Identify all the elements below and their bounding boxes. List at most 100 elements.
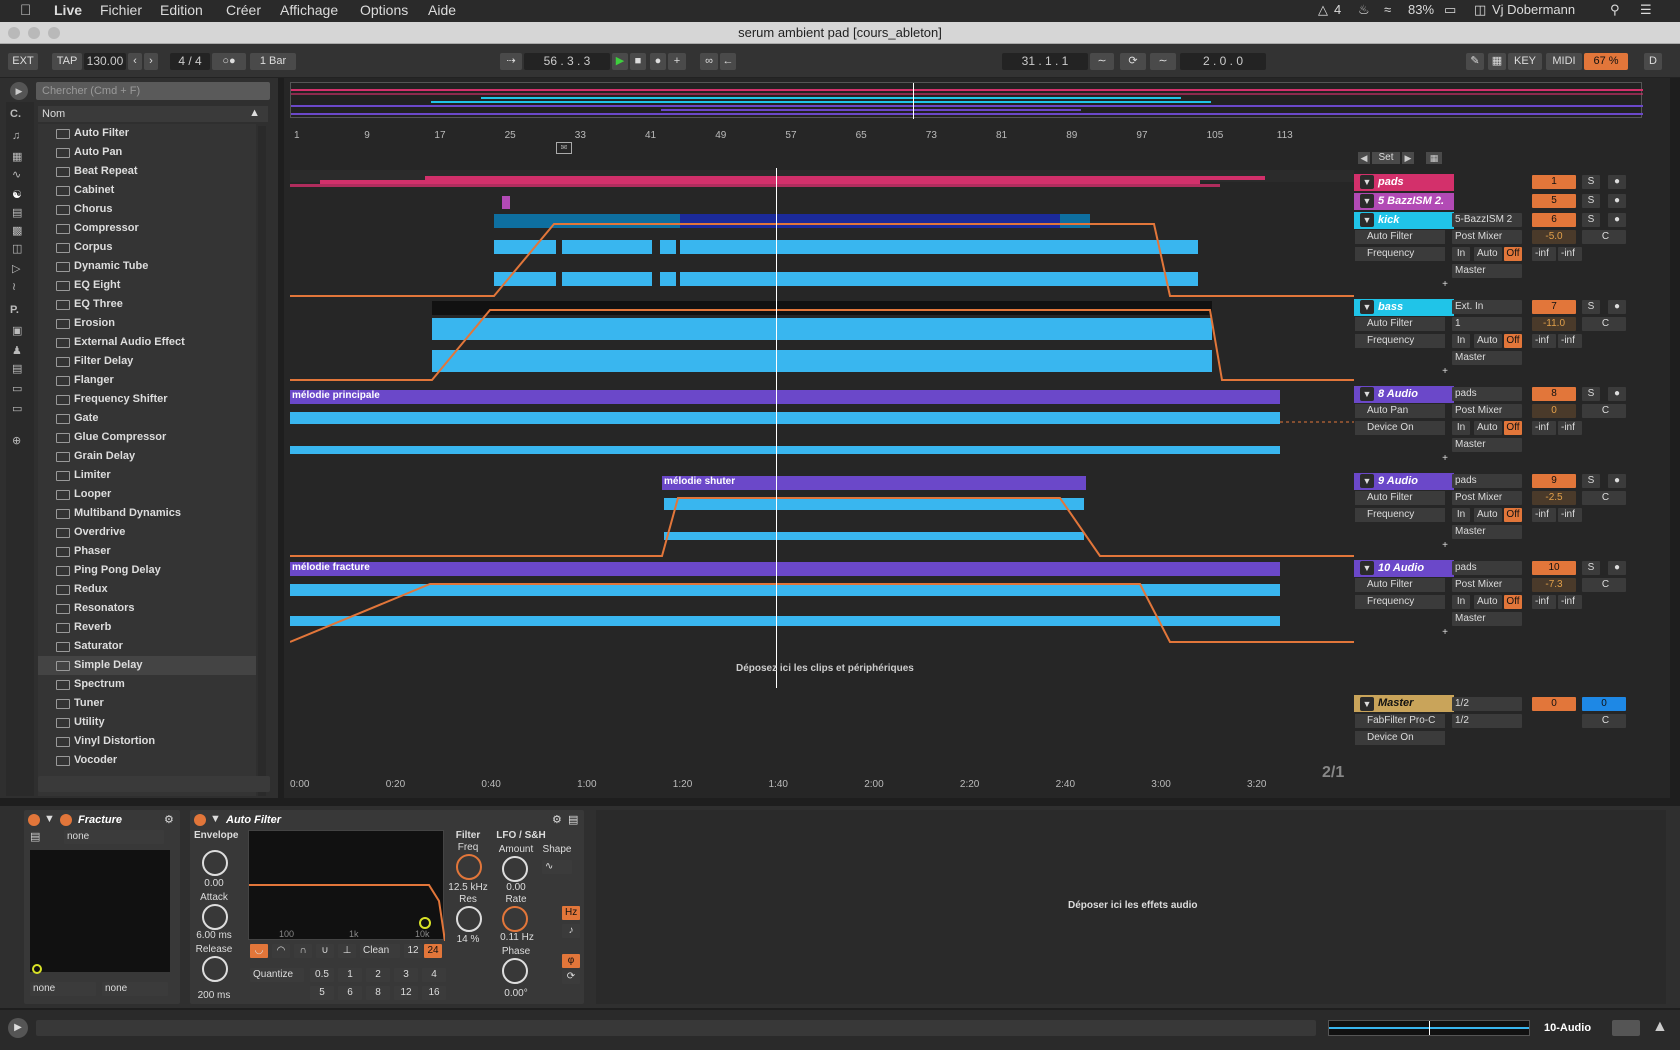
input-channel-select[interactable]: 1 bbox=[1452, 317, 1522, 331]
rate-knob[interactable] bbox=[502, 906, 528, 932]
tempo-field[interactable]: 130.00 bbox=[84, 53, 126, 70]
track-fold-icon[interactable]: ▼ bbox=[1360, 561, 1374, 575]
monitor-in-button[interactable]: In bbox=[1452, 595, 1470, 609]
clip-melodie-principale[interactable]: mélodie principale bbox=[292, 390, 380, 401]
browser-item[interactable]: Vinyl Distortion bbox=[38, 732, 256, 751]
browser-item[interactable]: Filter Delay bbox=[38, 352, 256, 371]
solo-button[interactable]: S bbox=[1582, 213, 1600, 227]
spin-mode-icon[interactable]: ⟳ bbox=[562, 970, 580, 984]
track-fold-icon[interactable]: ▼ bbox=[1360, 175, 1374, 189]
browser-item[interactable]: Spectrum bbox=[38, 675, 256, 694]
apple-icon[interactable]:  bbox=[20, 2, 31, 19]
browser-item[interactable]: Utility bbox=[38, 713, 256, 732]
browser-item[interactable]: Ping Pong Delay bbox=[38, 561, 256, 580]
track-volume[interactable]: -11.0 bbox=[1532, 317, 1576, 331]
output-select[interactable]: Master bbox=[1452, 351, 1522, 365]
browser-item[interactable]: Chorus bbox=[38, 200, 256, 219]
quantize-value-button[interactable]: 0.5 bbox=[310, 968, 334, 982]
prev-locator-icon[interactable]: ◀ bbox=[1358, 152, 1370, 164]
browser-item[interactable]: Cabinet bbox=[38, 181, 256, 200]
clips-icon[interactable]: ▷ bbox=[12, 262, 20, 275]
nudge-down-icon[interactable]: ‹ bbox=[128, 53, 142, 70]
max-for-live-icon[interactable]: ▩ bbox=[12, 224, 22, 237]
quantize-value-button[interactable]: 1 bbox=[338, 968, 362, 982]
drums-icon[interactable]: ▦ bbox=[12, 150, 22, 163]
automation-param-select[interactable]: Device On bbox=[1355, 421, 1445, 435]
back-to-arrangement-icon[interactable]: ← bbox=[720, 53, 736, 70]
spotlight-icon[interactable]: ⚲ bbox=[1610, 2, 1620, 18]
filter-graph[interactable]: 100 1k 10k bbox=[248, 830, 445, 941]
fracture-xy-pad[interactable] bbox=[30, 850, 170, 972]
wifi-icon[interactable]: ≈ bbox=[1384, 2, 1391, 17]
track-number[interactable]: 6 bbox=[1532, 213, 1576, 227]
browser-item[interactable]: EQ Eight bbox=[38, 276, 256, 295]
browser-item[interactable]: Frequency Shifter bbox=[38, 390, 256, 409]
midi-map-button[interactable]: MIDI bbox=[1546, 53, 1582, 70]
close-icon[interactable] bbox=[8, 27, 20, 39]
monitor-off-button[interactable]: Off bbox=[1504, 247, 1522, 261]
output-select[interactable]: Master bbox=[1452, 612, 1522, 626]
lfo-shape-select[interactable]: ∿ bbox=[542, 860, 572, 874]
next-locator-icon[interactable]: ▶ bbox=[1402, 152, 1414, 164]
input-type-select[interactable]: pads bbox=[1452, 474, 1522, 488]
browser-item[interactable]: Grain Delay bbox=[38, 447, 256, 466]
master-volume[interactable]: 0 bbox=[1532, 697, 1576, 711]
menu-affichage[interactable]: Affichage bbox=[280, 2, 338, 18]
add-lane-icon[interactable]: + bbox=[1436, 626, 1454, 640]
loop-length-field[interactable]: 2 . 0 . 0 bbox=[1180, 53, 1266, 70]
zoom-icon[interactable] bbox=[48, 27, 60, 39]
input-channel-select[interactable]: Post Mixer bbox=[1452, 491, 1522, 505]
folder-icon-2[interactable]: ▭ bbox=[12, 402, 22, 415]
add-icon[interactable]: + bbox=[668, 53, 686, 70]
follow-icon[interactable]: ⇢ bbox=[500, 53, 522, 70]
output-select[interactable]: Master bbox=[1452, 264, 1522, 278]
master-output-2[interactable]: 1/2 bbox=[1452, 714, 1522, 728]
track-number[interactable]: 8 bbox=[1532, 387, 1576, 401]
user-library-icon[interactable]: ♟ bbox=[12, 344, 22, 357]
browser-item[interactable]: Beat Repeat bbox=[38, 162, 256, 181]
master-pan[interactable]: C bbox=[1582, 714, 1626, 728]
master-number[interactable]: 0 bbox=[1582, 697, 1626, 711]
fracture-preset[interactable]: none bbox=[64, 830, 164, 844]
automation-param-select[interactable]: Frequency bbox=[1355, 334, 1445, 348]
quantize-value-button[interactable]: 12 bbox=[394, 986, 418, 1000]
add-lane-icon[interactable]: + bbox=[1436, 539, 1454, 553]
clip-melodie-shuter[interactable]: mélodie shuter bbox=[664, 476, 735, 487]
info-toggle-icon[interactable]: ▶ bbox=[8, 1018, 28, 1038]
track-number[interactable]: 9 bbox=[1532, 474, 1576, 488]
sort-icon[interactable]: ▲ bbox=[249, 107, 260, 119]
tap-tempo-button[interactable]: TAP bbox=[52, 53, 82, 70]
solo-button[interactable]: S bbox=[1582, 300, 1600, 314]
arm-icon[interactable]: ● bbox=[1608, 175, 1626, 189]
browser-item[interactable]: Simple Delay bbox=[38, 656, 256, 675]
browser-item[interactable]: Flanger bbox=[38, 371, 256, 390]
monitor-auto-button[interactable]: Auto bbox=[1474, 421, 1502, 435]
browser-item[interactable]: Gate bbox=[38, 409, 256, 428]
loop-switch-icon[interactable]: ⟳ bbox=[1120, 53, 1146, 70]
fracture-plugin-icon[interactable] bbox=[60, 814, 72, 826]
solo-button[interactable]: S bbox=[1582, 474, 1600, 488]
browser-item[interactable]: Auto Filter bbox=[38, 124, 256, 143]
browser-item[interactable]: Compressor bbox=[38, 219, 256, 238]
add-lane-icon[interactable]: + bbox=[1436, 278, 1454, 292]
track-fold-icon[interactable]: ▼ bbox=[1360, 300, 1374, 314]
quantize-button[interactable]: Quantize bbox=[250, 968, 304, 982]
track-pan[interactable]: C bbox=[1582, 578, 1626, 592]
track-pan[interactable]: C bbox=[1582, 491, 1626, 505]
draw-mode-icon[interactable]: ✎ bbox=[1466, 53, 1484, 70]
automation-param-select[interactable]: Frequency bbox=[1355, 508, 1445, 522]
input-type-select[interactable]: pads bbox=[1452, 561, 1522, 575]
browser-item[interactable]: Corpus bbox=[38, 238, 256, 257]
monitor-auto-button[interactable]: Auto bbox=[1474, 508, 1502, 522]
arm-icon[interactable]: ● bbox=[1608, 561, 1626, 575]
slope-24-button[interactable]: 24 bbox=[424, 944, 442, 958]
res-knob[interactable] bbox=[456, 906, 482, 932]
set-locator-button[interactable]: Set bbox=[1372, 152, 1400, 164]
time-signature-field[interactable]: 4 / 4 bbox=[170, 53, 210, 70]
fracture-power-icon[interactable] bbox=[28, 814, 40, 826]
autofilter-power-icon[interactable] bbox=[194, 814, 206, 826]
automation-device-select[interactable]: Auto Filter bbox=[1355, 317, 1445, 331]
track-number[interactable]: 10 bbox=[1532, 561, 1576, 575]
quantize-value-button[interactable]: 16 bbox=[422, 986, 446, 1000]
track-fold-icon[interactable]: ▼ bbox=[1360, 474, 1374, 488]
